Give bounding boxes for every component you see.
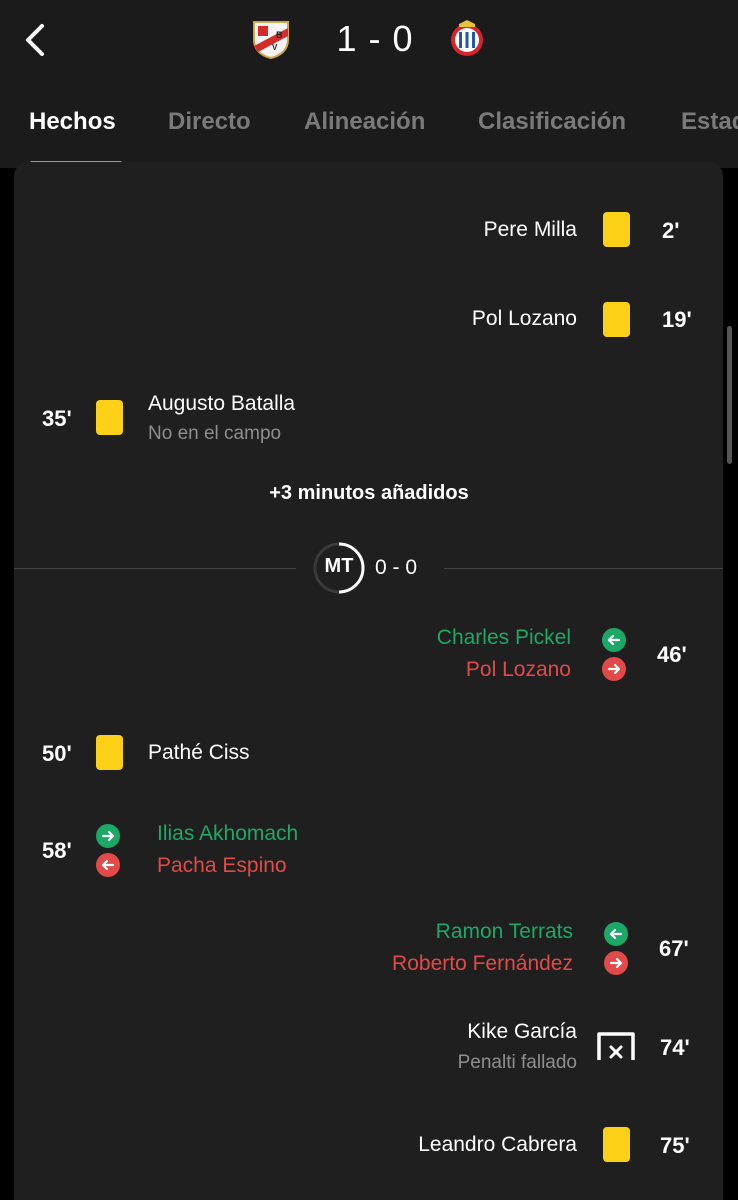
yellow-card-icon: [603, 302, 630, 337]
event-note: Penalti fallado: [457, 1052, 577, 1073]
player-out-name: Pacha Espino: [157, 854, 287, 877]
player-in-name: Ilias Akhomach: [157, 822, 299, 845]
player-in-name: Ramon Terrats: [435, 920, 573, 943]
tab-clasificacion[interactable]: Clasificación: [478, 108, 626, 136]
event-minute: 2': [662, 218, 680, 243]
player-out-name: Roberto Fernández: [392, 952, 573, 975]
player-name: Augusto Batalla: [148, 392, 296, 415]
event-minute: 67': [659, 936, 689, 961]
event-minute: 46': [657, 642, 687, 667]
event-minute: 50': [42, 741, 72, 766]
substitution-out-arrow-icon: [602, 657, 626, 681]
tab-directo[interactable]: Directo: [168, 108, 251, 136]
player-in-name: Charles Pickel: [436, 626, 571, 649]
tab-estadisticas[interactable]: Estad: [681, 108, 738, 136]
substitution-out-arrow-icon: [604, 951, 628, 975]
player-name: Pathé Ciss: [148, 741, 250, 764]
halftime-score: 0 - 0: [375, 556, 418, 579]
event-note: No en el campo: [148, 423, 282, 444]
missed-penalty-goal-icon: [597, 1032, 635, 1060]
match-header: B V 1 - 0 Hechos Directo Alineación Clas…: [0, 0, 738, 168]
event-minute: 58': [42, 838, 72, 863]
yellow-card-icon: [603, 212, 630, 247]
substitution-in-arrow-icon: [96, 824, 120, 848]
svg-text:B: B: [276, 30, 283, 40]
espanyol-crest-icon[interactable]: [446, 18, 488, 60]
substitution-in-arrow-icon: [602, 628, 626, 652]
substitution-out-arrow-icon: [96, 853, 120, 877]
tab-alineacion[interactable]: Alineación: [304, 108, 425, 136]
scoreboard: B V 1 - 0: [0, 14, 738, 66]
tab-hechos[interactable]: Hechos: [29, 108, 116, 136]
added-time: +3 minutos añadidos: [269, 482, 469, 504]
player-name: Leandro Cabrera: [418, 1133, 577, 1156]
player-out-name: Pol Lozano: [465, 658, 571, 681]
player-name: Pol Lozano: [471, 307, 577, 330]
substitution-in-arrow-icon: [604, 922, 628, 946]
match-score: 1 - 0: [336, 18, 414, 59]
scrollbar[interactable]: [727, 326, 732, 464]
player-name: Pere Milla: [483, 218, 577, 241]
event-minute: 35': [42, 406, 72, 431]
tab-bar: Hechos Directo Alineación Clasificación …: [0, 100, 738, 168]
event-minute: 19': [662, 307, 692, 332]
yellow-card-icon: [96, 400, 123, 435]
svg-text:V: V: [272, 43, 278, 52]
yellow-card-icon: [603, 1127, 630, 1162]
yellow-card-icon: [96, 735, 123, 770]
event-minute: 74': [660, 1035, 690, 1060]
rayo-vallecano-crest-icon[interactable]: B V: [250, 18, 292, 60]
halftime-label: MT: [324, 555, 354, 577]
player-name: Kike García: [467, 1020, 577, 1043]
event-minute: 75': [660, 1133, 690, 1158]
